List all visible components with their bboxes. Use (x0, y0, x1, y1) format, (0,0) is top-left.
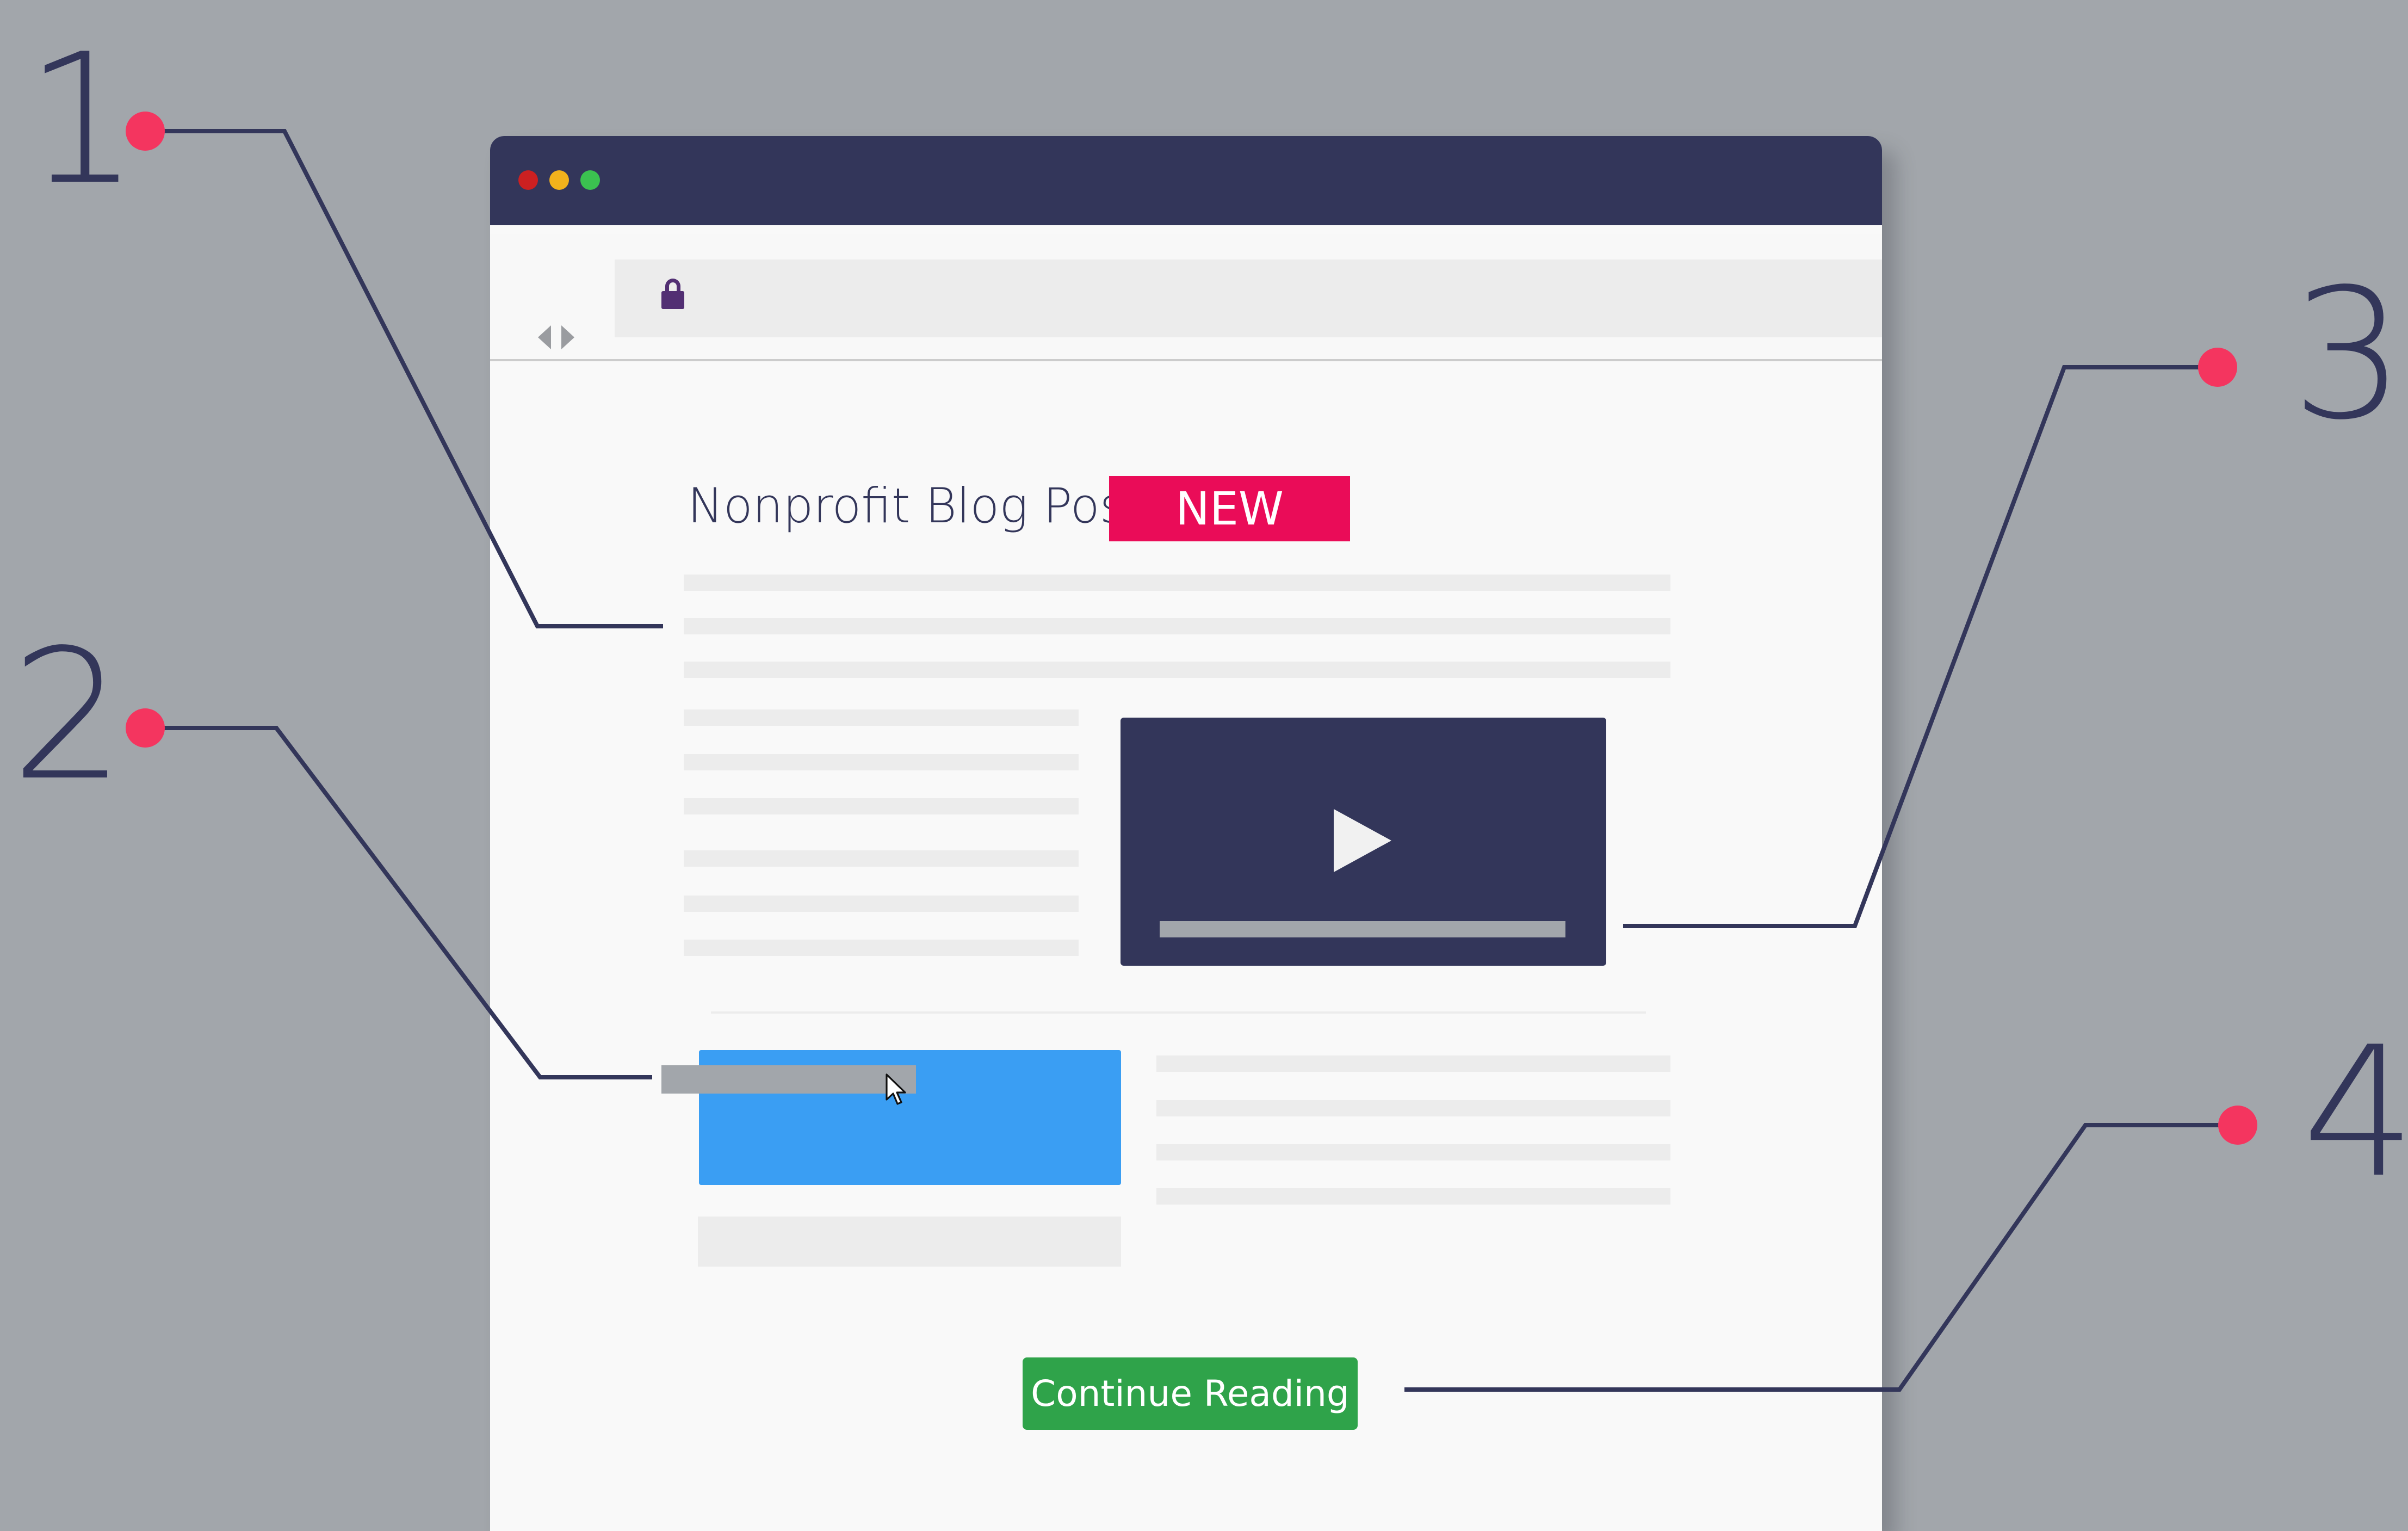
play-icon[interactable] (1334, 809, 1391, 872)
text-line-placeholder (684, 618, 1670, 634)
maximize-window-button[interactable] (580, 170, 600, 190)
video-player[interactable] (1121, 718, 1606, 966)
text-line-placeholder (684, 754, 1079, 770)
minimize-window-button[interactable] (549, 170, 569, 190)
close-window-button[interactable] (518, 170, 538, 190)
lock-icon (661, 279, 684, 309)
callout-3-dot (2198, 348, 2237, 387)
cta-label-placeholder (661, 1065, 916, 1094)
browser-title-bar (490, 136, 1882, 225)
chevron-right-icon[interactable] (561, 325, 574, 349)
address-bar[interactable] (615, 260, 1882, 337)
callout-number-4: 4 (2302, 1008, 2408, 1217)
text-line-placeholder (1156, 1055, 1670, 1072)
chevron-left-icon[interactable] (538, 325, 551, 349)
text-line-placeholder (684, 575, 1670, 591)
text-line-placeholder (684, 662, 1670, 678)
secondary-placeholder-box (698, 1217, 1121, 1267)
callout-number-2: 2 (11, 611, 125, 820)
section-divider (711, 1011, 1646, 1014)
new-badge: NEW (1109, 476, 1350, 541)
mouse-pointer-icon (886, 1073, 906, 1105)
video-progress-bar[interactable] (1160, 921, 1565, 937)
text-line-placeholder (684, 850, 1079, 867)
text-line-placeholder (684, 940, 1079, 956)
callout-number-1: 1 (25, 15, 139, 224)
text-line-placeholder (1156, 1100, 1670, 1116)
continue-reading-button[interactable]: Continue Reading (1023, 1357, 1358, 1430)
callout-4-dot (2218, 1106, 2257, 1145)
callout-number-3: 3 (2291, 250, 2405, 459)
text-line-placeholder (1156, 1188, 1670, 1205)
text-line-placeholder (1156, 1144, 1670, 1160)
text-line-placeholder (684, 896, 1079, 912)
text-line-placeholder (684, 798, 1079, 814)
browser-window: Nonprofit Blog Post NEW Continue Reading (490, 136, 1882, 1531)
callout-2-dot (126, 708, 165, 748)
text-line-placeholder (684, 709, 1079, 726)
post-title: Nonprofit Blog Post (688, 478, 1144, 534)
